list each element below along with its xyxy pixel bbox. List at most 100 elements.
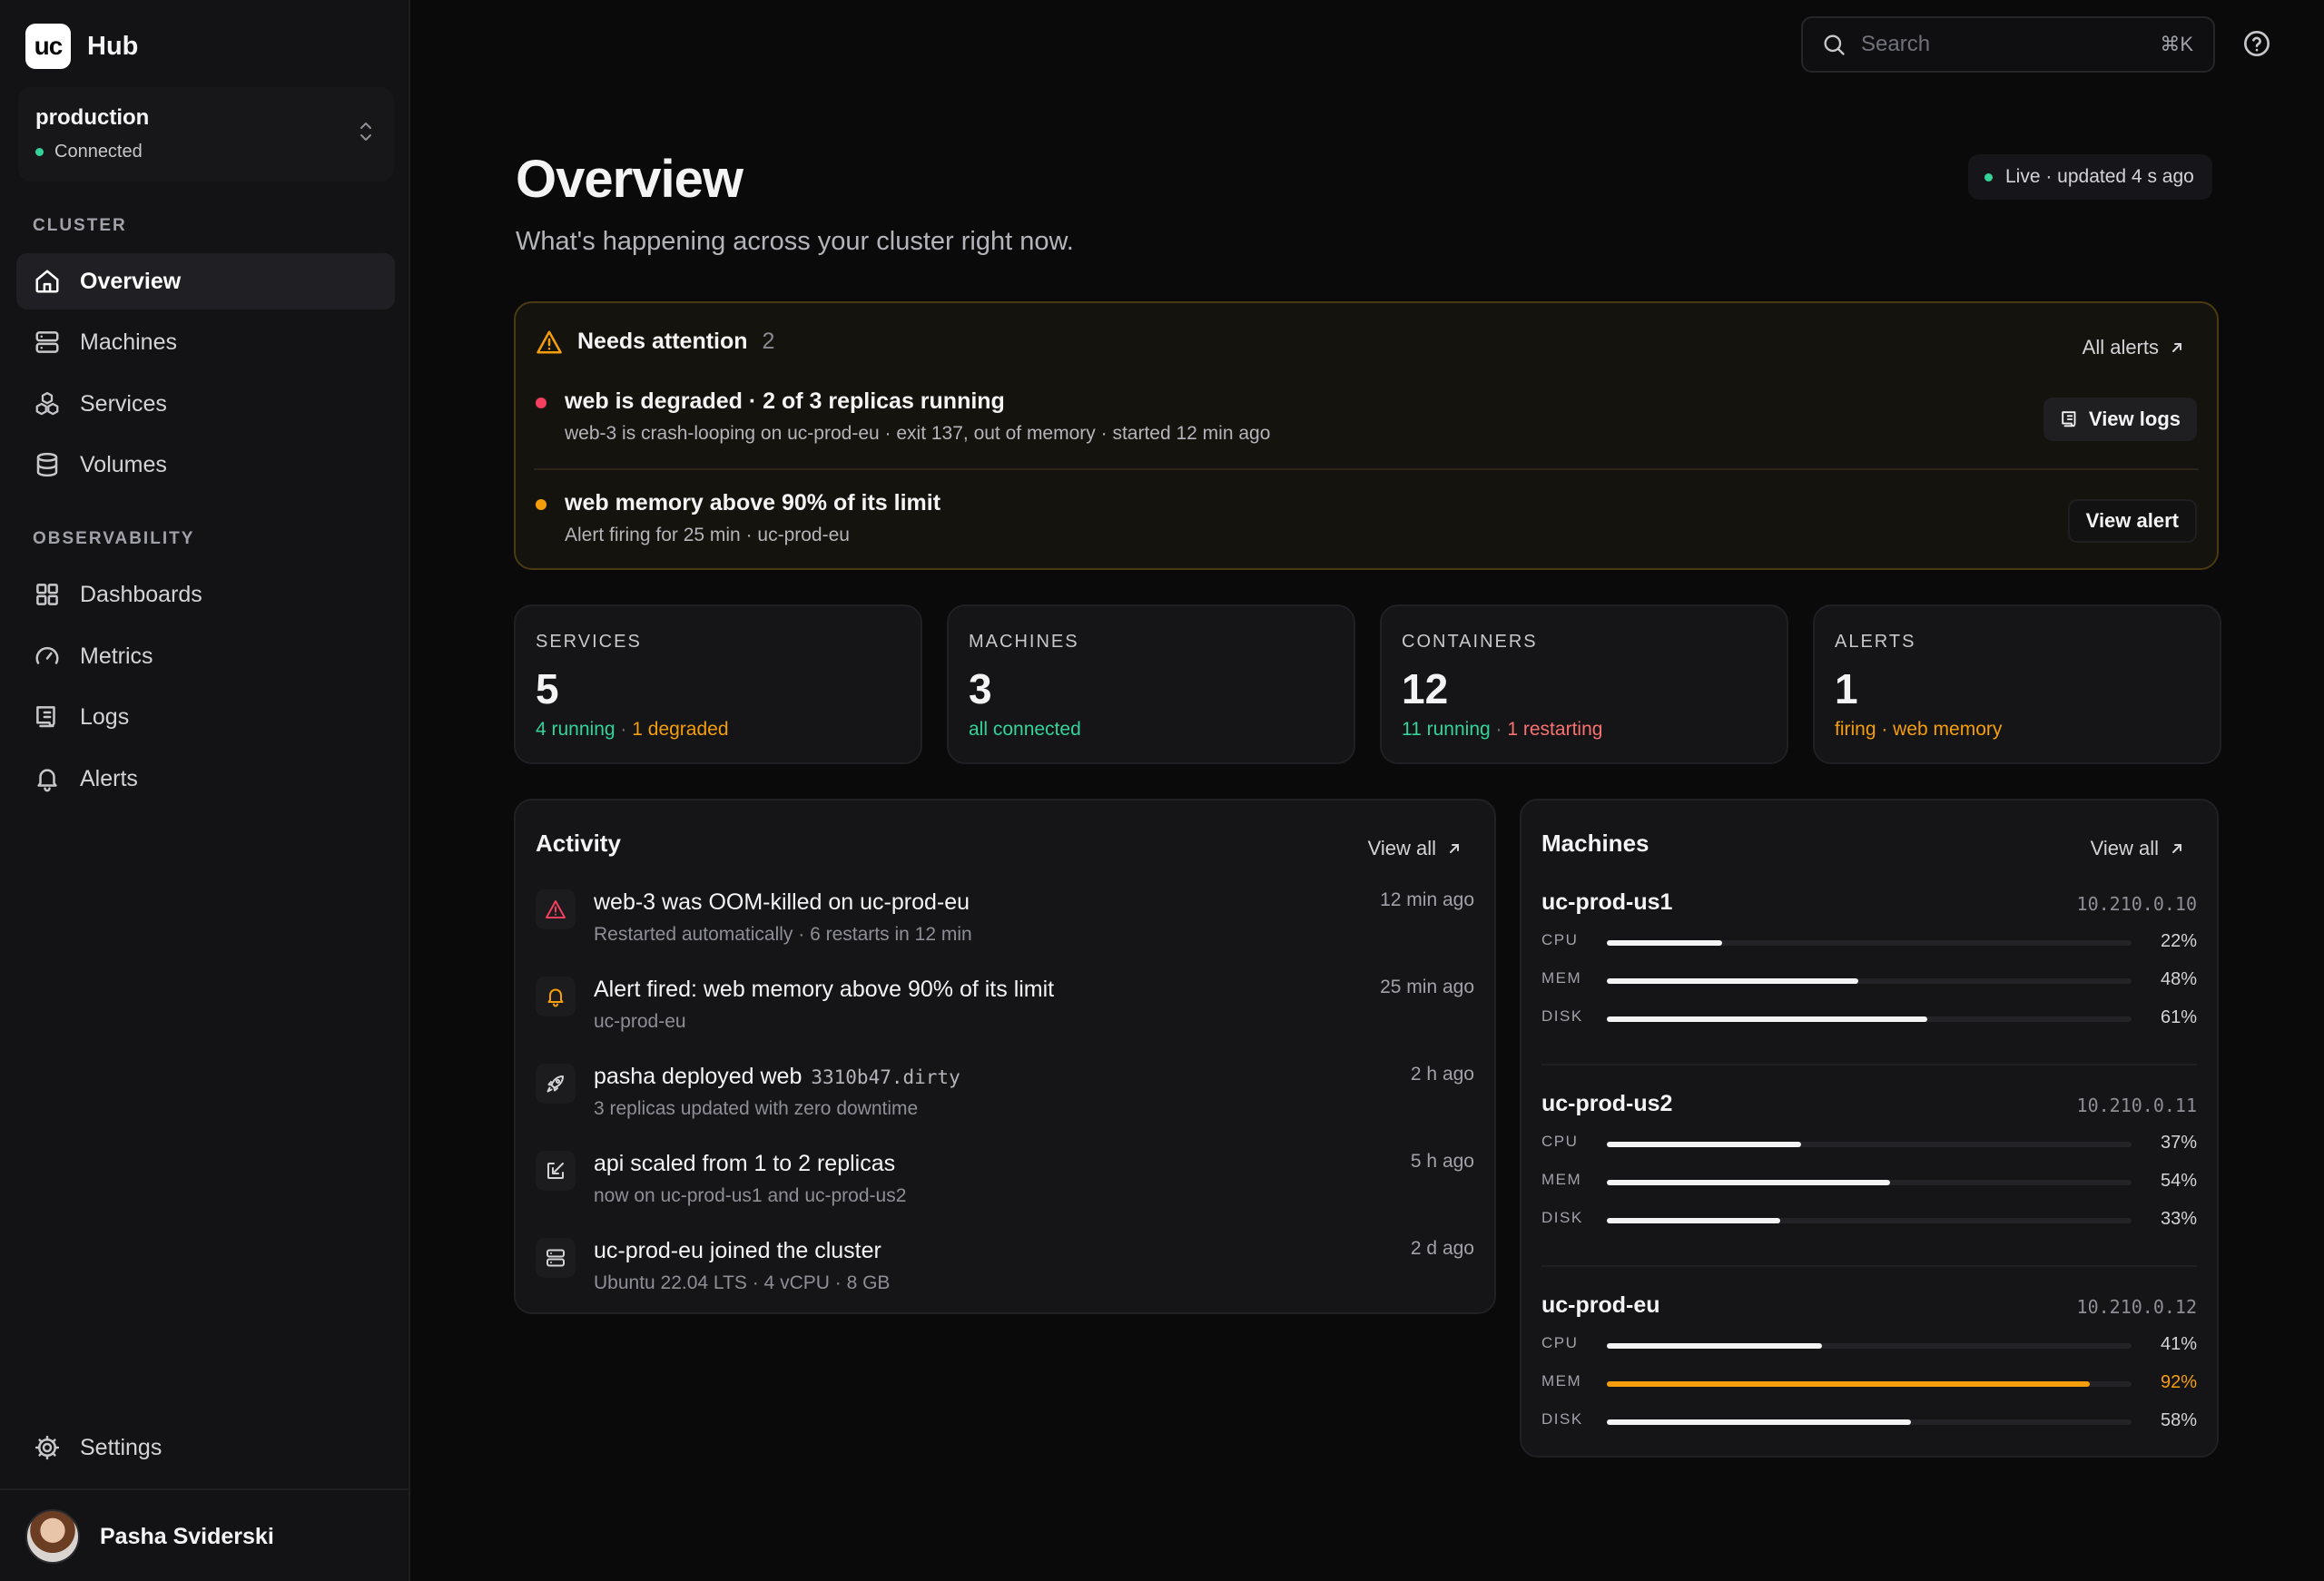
cpu-bar xyxy=(1607,940,1723,946)
machine-divider xyxy=(1541,1064,2197,1065)
sidebar-divider xyxy=(0,1488,409,1490)
search-input[interactable]: Search ⌘K xyxy=(1801,16,2215,73)
attention-item-title: web is degraded · 2 of 3 replicas runnin… xyxy=(565,388,1005,414)
commit-tag: 3310b47.dirty xyxy=(811,1066,960,1088)
search-icon xyxy=(1824,34,1845,55)
logs-icon xyxy=(33,702,62,732)
metric-track xyxy=(1607,978,2132,984)
activity-item-subtitle: now on uc-prod-us1 and uc-prod-us2 xyxy=(594,1185,907,1206)
sidebar-item-metrics[interactable]: Metrics xyxy=(16,628,395,684)
activity-item-time: 5 h ago xyxy=(1410,1151,1474,1172)
avatar xyxy=(25,1509,80,1564)
all-alerts-label: All alerts xyxy=(2082,336,2159,358)
grid-icon xyxy=(33,580,62,609)
stat-detail-secondary: 1 restarting xyxy=(1507,719,1603,740)
view-logs-button[interactable]: View logs xyxy=(2043,398,2197,441)
sidebar-item-label: Volumes xyxy=(80,451,167,477)
attention-divider xyxy=(534,468,2199,470)
stat-detail: 4 running · 1 degraded xyxy=(536,719,729,741)
severity-dot-warning xyxy=(536,499,547,510)
metric-track xyxy=(1607,940,2132,946)
page-title: Overview xyxy=(516,150,743,209)
stat-label: SERVICES xyxy=(536,632,642,652)
disk-bar xyxy=(1607,1218,1780,1223)
metric-label: DISK xyxy=(1541,1410,1583,1428)
view-all-label: View all xyxy=(2090,837,2159,859)
sidebar-item-alerts[interactable]: Alerts xyxy=(16,751,395,807)
view-all-label: View all xyxy=(1367,837,1436,859)
stat-value: 3 xyxy=(969,665,992,712)
metric-label: CPU xyxy=(1541,1133,1579,1150)
activity-item-subtitle: 3 replicas updated with zero downtime xyxy=(594,1098,919,1119)
cubes-icon xyxy=(33,389,62,418)
stat-card-services[interactable]: SERVICES 5 4 running · 1 degraded xyxy=(514,604,922,764)
stat-label: ALERTS xyxy=(1835,632,1916,652)
help-icon[interactable] xyxy=(2242,29,2271,58)
mem-bar xyxy=(1607,978,1859,984)
metric-label: MEM xyxy=(1541,1171,1582,1188)
activity-item[interactable]: uc-prod-eu joined the cluster Ubuntu 22.… xyxy=(516,1238,1494,1320)
activity-item-subtitle: Ubuntu 22.04 LTS · 4 vCPU · 8 GB xyxy=(594,1272,891,1293)
activity-item[interactable]: api scaled from 1 to 2 replicas now on u… xyxy=(516,1151,1494,1232)
view-alert-label: View alert xyxy=(2085,509,2179,532)
sidebar-item-volumes[interactable]: Volumes xyxy=(16,437,395,493)
metric-value: 61% xyxy=(2160,1007,2197,1027)
live-dot xyxy=(1984,172,1993,182)
activity-title: Activity xyxy=(536,830,621,857)
sidebar-item-settings[interactable]: Settings xyxy=(16,1419,395,1476)
sidebar-item-label: Machines xyxy=(80,329,177,355)
activity-item-subtitle: Restarted automatically · 6 restarts in … xyxy=(594,924,972,945)
sidebar-item-label: Settings xyxy=(80,1434,162,1460)
sidebar-item-services[interactable]: Services xyxy=(16,376,395,432)
metric-label: CPU xyxy=(1541,931,1579,948)
cpu-metric: CPU 22% xyxy=(1521,931,2217,958)
view-logs-label: View logs xyxy=(2088,408,2181,430)
activity-item-title: Alert fired: web memory above 90% of its… xyxy=(594,977,1055,1002)
user-menu[interactable]: Pasha Sviderski xyxy=(25,1509,274,1564)
stat-value: 5 xyxy=(536,665,559,712)
sidebar-item-label: Services xyxy=(80,390,167,417)
machine-name: uc-prod-us1 xyxy=(1541,889,1673,915)
gauge-icon xyxy=(33,642,62,671)
stat-card-alerts[interactable]: ALERTS 1 firing · web memory xyxy=(1813,604,2221,764)
section-label-cluster: CLUSTER xyxy=(33,216,127,235)
activity-item[interactable]: pasha deployed web 3310b47.dirty 3 replic… xyxy=(516,1064,1494,1145)
stat-card-containers[interactable]: CONTAINERS 12 11 running · 1 restarting xyxy=(1380,604,1788,764)
machine-name: uc-prod-us2 xyxy=(1541,1091,1673,1116)
cpu-bar xyxy=(1607,1142,1801,1147)
stat-card-machines[interactable]: MACHINES 3 all connected xyxy=(947,604,1355,764)
machine-ip: 10.210.0.12 xyxy=(2076,1296,2197,1318)
stat-detail-primary: 11 running xyxy=(1402,719,1491,740)
activity-item-subtitle: uc-prod-eu xyxy=(594,1011,686,1032)
activity-item[interactable]: Alert fired: web memory above 90% of its… xyxy=(516,977,1494,1058)
rocket-icon xyxy=(536,1064,576,1104)
machine-divider xyxy=(1541,1265,2197,1267)
home-icon xyxy=(33,267,62,296)
brand[interactable]: uc Hub xyxy=(25,24,138,69)
sidebar-item-machines[interactable]: Machines xyxy=(16,314,395,370)
needs-attention-title: Needs attention xyxy=(577,329,748,354)
brand-logo: uc xyxy=(25,24,71,69)
all-alerts-link[interactable]: All alerts xyxy=(2083,336,2184,359)
stat-detail-primary: all connected xyxy=(969,719,1081,740)
sidebar-item-overview[interactable]: Overview xyxy=(16,253,395,309)
sidebar-item-dashboards[interactable]: Dashboards xyxy=(16,566,395,623)
live-status-text: Live · updated 4 s ago xyxy=(2005,166,2194,187)
sidebar-item-logs[interactable]: Logs xyxy=(16,689,395,745)
environment-switcher[interactable]: production Connected xyxy=(18,87,394,182)
activity-item[interactable]: web-3 was OOM-killed on uc-prod-eu Resta… xyxy=(516,889,1494,971)
machines-view-all-link[interactable]: View all xyxy=(2091,837,2184,860)
metric-value: 92% xyxy=(2160,1372,2197,1392)
mem-metric: MEM 54% xyxy=(1521,1171,2217,1198)
scale-icon xyxy=(536,1151,576,1191)
search-shortcut: ⌘K xyxy=(2160,33,2193,55)
stat-value: 12 xyxy=(1402,665,1449,712)
machine-ip: 10.210.0.11 xyxy=(2076,1095,2197,1116)
page-subtitle: What's happening across your cluster rig… xyxy=(516,227,1074,256)
stat-detail-secondary: 1 degraded xyxy=(632,719,729,740)
view-alert-button[interactable]: View alert xyxy=(2067,499,2197,543)
stat-detail-separator: · xyxy=(615,719,633,740)
activity-view-all-link[interactable]: View all xyxy=(1368,837,1462,860)
mem-bar xyxy=(1607,1180,1891,1185)
stat-value: 1 xyxy=(1835,665,1858,712)
